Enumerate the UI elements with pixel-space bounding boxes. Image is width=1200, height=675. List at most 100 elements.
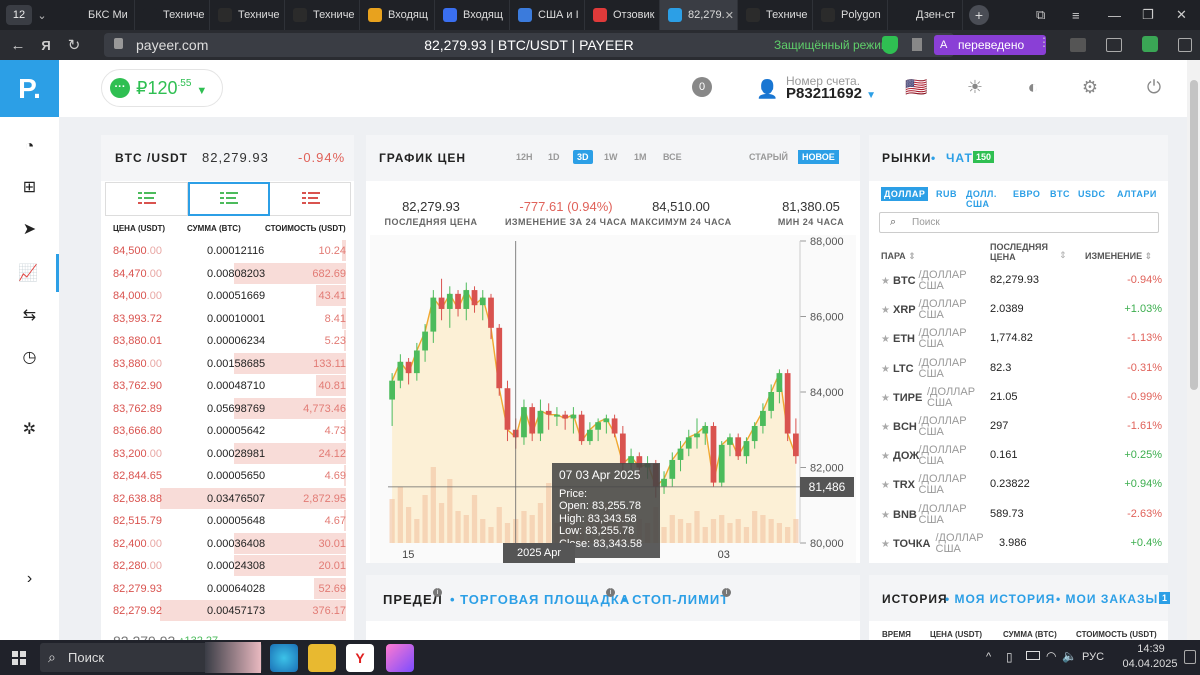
explorer-icon[interactable] — [308, 644, 336, 672]
market-row[interactable]: ★ ТИРЕ/ДОЛЛАР США 21.05 -0.99% — [869, 385, 1168, 414]
info-icon[interactable]: i — [433, 588, 442, 597]
notification-count[interactable]: 0 — [692, 77, 712, 97]
star-icon[interactable]: ★ — [881, 510, 890, 521]
market-row[interactable]: ★ XRP/ДОЛЛАР США 2.0389 +1.03% — [869, 297, 1168, 326]
browser-tab[interactable]: БКС Ми — [60, 0, 135, 30]
support-icon[interactable]: ◐ — [1022, 76, 1044, 98]
more-icon[interactable]: ⋮ — [1038, 35, 1050, 49]
send-icon[interactable]: ➤ — [0, 210, 59, 248]
app-icon[interactable] — [386, 644, 414, 672]
market-row[interactable]: ★ BCH/ДОЛЛАР США 297 -1.61% — [869, 414, 1168, 443]
yandex-icon[interactable]: Я — [32, 38, 60, 53]
browser-tab[interactable]: Входящ — [435, 0, 510, 30]
gear-icon[interactable]: ⚙ — [1079, 76, 1101, 98]
sun-icon[interactable]: ☀ — [964, 76, 986, 98]
close-tab-icon[interactable]: ✕ — [725, 9, 734, 22]
browser-tab[interactable]: Техниче — [738, 0, 813, 30]
orderbook-row[interactable]: 84,470.00 0.00808203 682.69 — [101, 262, 354, 285]
reload-icon[interactable]: ↻ — [60, 36, 88, 54]
browser-tab[interactable]: 82,279. ✕ — [660, 0, 738, 30]
orderbook-row[interactable]: 83,993.72 0.00010001 8.41 — [101, 307, 354, 330]
col-change[interactable]: ИЗМЕНЕНИЕ ⇕ — [1085, 251, 1152, 261]
market-row[interactable]: ★ TRX/ДОЛЛАР США 0.23822 +0.94% — [869, 472, 1168, 501]
orderbook-row[interactable]: 83,762.90 0.00048710 40.81 — [101, 375, 354, 397]
orderbook-row[interactable]: 82,638.88 0.03476507 2,872.95 — [101, 487, 354, 510]
star-icon[interactable]: ★ — [881, 539, 890, 550]
volume-icon[interactable]: 🔈 — [1062, 649, 1077, 663]
windows-start-icon[interactable] — [12, 651, 26, 665]
new-tab-button[interactable]: + — [969, 5, 989, 25]
info-icon[interactable]: i — [606, 588, 615, 597]
info-icon[interactable]: i — [722, 588, 731, 597]
browser-tab[interactable]: Техниче — [285, 0, 360, 30]
payeer-logo[interactable]: P. — [0, 60, 59, 117]
orderbook-row[interactable]: 82,279.92 0.00457173 376.17 — [101, 600, 354, 622]
yandex-browser-icon[interactable]: Y — [346, 644, 374, 672]
market-row[interactable]: ★ LTC/ДОЛЛАР США 82.3 -0.31% — [869, 356, 1168, 385]
secure-mode-label[interactable]: Защищённый режим — [774, 38, 889, 52]
tray-chevron-icon[interactable]: ^ — [986, 651, 991, 663]
chevron-down-icon[interactable]: ⌄ — [32, 9, 52, 22]
back-icon[interactable]: ← — [4, 37, 32, 54]
interval-tab[interactable]: 1M — [634, 152, 647, 162]
notification-icon[interactable] — [1184, 650, 1196, 664]
account-number[interactable]: P83211692 ▼ — [786, 85, 876, 102]
browser-tab[interactable]: Отзовик — [585, 0, 660, 30]
orderbook-row[interactable]: 82,515.79 0.00005648 4.67 — [101, 510, 354, 532]
chat-link[interactable]: ЧАТ — [946, 151, 973, 165]
orderbook-row[interactable]: 83,880.00 0.00158685 133.11 — [101, 352, 354, 375]
translated-badge[interactable]: Aпереведено — [934, 35, 1046, 55]
bookmark-icon[interactable] — [912, 38, 922, 51]
phone-icon[interactable]: ▯ — [1006, 650, 1013, 664]
markets-search-input[interactable]: Поиск — [879, 212, 1159, 233]
my-orders-tab[interactable]: • МОИ ЗАКАЗЫ — [1056, 592, 1158, 606]
star-icon[interactable]: ★ — [881, 305, 890, 316]
currency-tab[interactable]: ЕВРО — [1013, 189, 1040, 199]
exchange-icon[interactable]: ⇆ — [0, 296, 59, 334]
collections-icon[interactable] — [1106, 38, 1122, 52]
balance-widget[interactable]: ··· ₽120.55 ▼ — [101, 69, 223, 107]
star-icon[interactable]: ★ — [881, 364, 890, 375]
star-icon[interactable]: ★ — [881, 451, 890, 462]
browser-tab[interactable]: Polygon — [813, 0, 888, 30]
browser-tab[interactable]: Дзен-ст — [888, 0, 963, 30]
minimize-button[interactable]: — — [1108, 0, 1121, 30]
orderbook-row[interactable]: 82,280.00 0.00024308 20.01 — [101, 555, 354, 577]
sort-icon[interactable]: ⇕ — [1059, 250, 1067, 261]
browser-tab[interactable]: Входящ — [360, 0, 435, 30]
extension-icon[interactable] — [1070, 38, 1086, 52]
us-flag-icon[interactable]: 🇺🇸 — [905, 76, 927, 98]
download-icon[interactable] — [1142, 36, 1158, 52]
currency-tab[interactable]: RUB — [936, 189, 957, 199]
trade-chart-icon[interactable]: 📈 — [0, 254, 59, 292]
market-row[interactable]: ★ ТОЧКА/ДОЛЛАР США 3.986 +0.4% — [869, 531, 1168, 560]
view-bids-tab[interactable] — [188, 182, 270, 216]
market-row[interactable]: ★ ДОЖ/ДОЛЛАР США 0.161 +0.25% — [869, 443, 1168, 472]
star-icon[interactable]: ★ — [881, 393, 890, 404]
clock-time[interactable]: 14:39 — [1131, 643, 1171, 655]
market-row[interactable]: ★ ETH/ДОЛЛАР США 1,774.82 -1.13% — [869, 326, 1168, 355]
orderbook-row[interactable]: 82,279.93 0.00064028 52.69 — [101, 577, 354, 600]
orderbook-row[interactable]: 84,500.00 0.00012116 10.24 — [101, 240, 354, 262]
star-icon[interactable]: ★ — [881, 422, 890, 433]
currency-tab[interactable]: BTC — [1050, 189, 1070, 199]
orderbook-row[interactable]: 82,844.65 0.00005650 4.69 — [101, 465, 354, 487]
battery-icon[interactable] — [1026, 651, 1040, 660]
clock-date[interactable]: 04.04.2025 — [1120, 658, 1180, 670]
interval-tab[interactable]: 1W — [604, 152, 618, 162]
view-both-tab[interactable] — [106, 183, 188, 215]
restore-button[interactable]: ❐ — [1142, 0, 1154, 30]
currency-tab[interactable]: ДОЛЛ. США — [966, 189, 1002, 209]
history-icon[interactable]: ◷ — [0, 338, 59, 376]
mode-old-tab[interactable]: СТАРЫЙ — [749, 152, 788, 162]
edge-icon[interactable] — [270, 644, 298, 672]
language-indicator[interactable]: РУС — [1082, 651, 1104, 663]
power-icon[interactable]: ⏻ — [1143, 76, 1165, 98]
tab-count-badge[interactable]: 12 — [6, 5, 32, 25]
col-last-price[interactable]: ПОСЛЕДНЯЯ ЦЕНА — [990, 242, 1070, 262]
network-icon[interactable]: ◠ — [1046, 649, 1056, 663]
orderbook-row[interactable]: 82,400.00 0.00036408 30.01 — [101, 532, 354, 555]
screenshot-icon[interactable] — [1178, 38, 1192, 52]
settings-icon[interactable]: ✲ — [0, 410, 59, 448]
col-pair[interactable]: ПАРА ⇕ — [881, 251, 916, 261]
